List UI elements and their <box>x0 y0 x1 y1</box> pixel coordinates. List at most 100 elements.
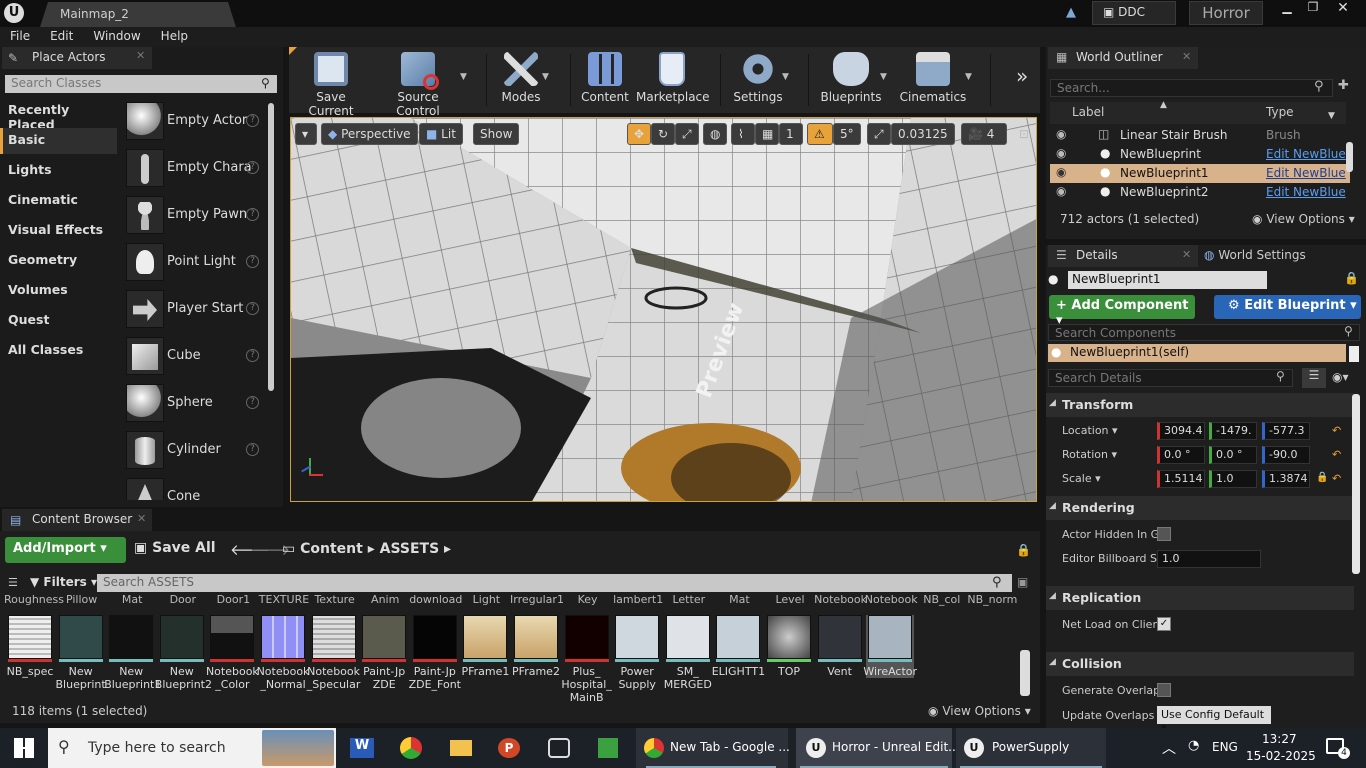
taskbar-app-powersupply[interactable]: U PowerSupply <box>956 728 1106 768</box>
update-overlaps-select[interactable]: Use Config Default ▾ <box>1157 706 1271 734</box>
column-label[interactable]: Label <box>1072 105 1104 119</box>
scrollbar[interactable] <box>1346 142 1353 172</box>
search-components-input[interactable]: Search Components <box>1048 324 1360 341</box>
sources-toggle-icon[interactable]: ☰ <box>8 576 18 589</box>
learn-icon[interactable]: ▲ <box>1066 5 1082 20</box>
world-icon[interactable]: ◍ <box>703 123 727 145</box>
help-icon[interactable]: ? <box>246 208 259 221</box>
menu-help[interactable]: Help <box>151 27 198 43</box>
actor-empty-character[interactable]: Empty Chara? <box>122 147 267 191</box>
asset-tile[interactable]: Paint-Jp ZDE_Font <box>409 615 461 691</box>
expand-toolbar-icon[interactable]: » <box>1016 64 1028 88</box>
asset-tile[interactable]: SM_ MERGED <box>664 615 712 691</box>
menu-edit[interactable]: Edit <box>40 27 83 43</box>
reset-icon[interactable]: ↶ <box>1332 424 1341 437</box>
category-volumes[interactable]: Volumes <box>0 278 117 304</box>
scrollbar[interactable] <box>268 103 274 391</box>
outliner-row[interactable]: ◉ ● NewBlueprint2 Edit NewBlue <box>1050 183 1350 202</box>
filters-button[interactable]: ▼ Filters ▾ <box>30 575 97 589</box>
actor-empty-pawn[interactable]: Empty Pawn? <box>122 194 267 238</box>
rotation-snap-icon[interactable]: ⚠ <box>807 123 833 145</box>
actor-player-start[interactable]: Player Start? <box>122 288 267 332</box>
billboard-field[interactable]: 1.0 <box>1157 550 1261 568</box>
category-basic[interactable]: Basic <box>0 128 117 154</box>
asset-tile[interactable]: Notebook _Specular <box>307 615 360 691</box>
location-x-field[interactable]: 3094.4 <box>1157 422 1205 440</box>
save-search-icon[interactable]: ▣ <box>1017 575 1028 589</box>
actor-cube[interactable]: Cube? <box>122 335 267 379</box>
close-tab-icon[interactable]: ✕ <box>1182 248 1191 261</box>
collapse-icon[interactable]: ◢ <box>1049 501 1056 511</box>
visibility-options-icon[interactable]: ◉▾ <box>1332 370 1349 384</box>
chevron-down-icon[interactable]: ▼ <box>542 72 549 82</box>
clock-date[interactable]: 15-02-2025 <box>1246 749 1316 763</box>
outliner-row[interactable]: ◉ ◫ Linear Stair Brush Brush <box>1050 126 1350 145</box>
tab-world-settings[interactable]: ◍ World Settings <box>1204 248 1306 262</box>
eye-icon[interactable]: ◉ <box>1056 127 1066 141</box>
maximize-icon[interactable]: ❐ <box>1300 0 1326 16</box>
lock-icon[interactable]: 🔒 <box>1344 271 1359 285</box>
category-cinematic[interactable]: Cinematic <box>0 188 117 214</box>
help-icon[interactable]: ? <box>246 255 259 268</box>
surface-snap-icon[interactable]: ⌇ <box>731 123 755 145</box>
marketplace-button[interactable]: Marketplace <box>636 50 710 110</box>
add-actor-icon[interactable]: ✚ <box>1338 78 1349 93</box>
outliner-view-options[interactable]: ◉ View Options ▾ <box>1252 212 1355 226</box>
rotation-x-field[interactable]: 0.0 ° <box>1157 446 1205 464</box>
minimize-icon[interactable]: ▁ <box>1274 0 1300 16</box>
category-all-classes[interactable]: All Classes <box>0 338 117 364</box>
chevron-down-icon[interactable]: ▼ <box>460 72 467 82</box>
collapse-icon[interactable]: ◢ <box>1049 657 1056 667</box>
asset-tile[interactable]: WireActor <box>863 615 917 678</box>
chevron-down-icon[interactable]: ▼ <box>965 72 972 82</box>
outliner-row[interactable]: ◉ ● NewBlueprint Edit NewBlue <box>1050 145 1350 164</box>
actor-empty-actor[interactable]: Empty Actor? <box>122 100 267 144</box>
category-lights[interactable]: Lights <box>0 158 117 184</box>
outliner-row-selected[interactable]: ◉ ● NewBlueprint1 Edit NewBlue <box>1050 164 1350 183</box>
actor-cone[interactable]: Cone <box>122 476 267 500</box>
asset-tile[interactable]: PFrame1 <box>461 615 509 678</box>
word-icon[interactable]: W <box>350 738 374 758</box>
wifi-icon[interactable]: ◔ <box>1188 738 1199 753</box>
edit-blueprint-button[interactable]: ⚙ Edit Blueprint ▾ <box>1214 295 1361 319</box>
search-classes-input[interactable]: Search Classes <box>5 75 277 93</box>
collapse-icon[interactable]: ◢ <box>1049 591 1056 601</box>
add-import-button[interactable]: Add/Import ▾ <box>5 537 126 563</box>
eye-icon[interactable]: ◉ <box>1056 184 1066 198</box>
modes-button[interactable]: Modes <box>496 50 546 110</box>
asset-tile[interactable]: Plus_ Hospital_ MainB <box>561 615 612 704</box>
chevron-up-icon[interactable]: ︿ <box>1162 738 1176 758</box>
cinematics-button[interactable]: Cinematics <box>898 50 968 110</box>
component-self-row[interactable]: NewBlueprint1(self) <box>1048 344 1346 362</box>
category-geometry[interactable]: Geometry <box>0 248 117 274</box>
asset-tile[interactable]: ELIGHTT1 <box>712 615 765 678</box>
scale-z-field[interactable]: 1.3874 <box>1262 470 1310 488</box>
lock-icon[interactable]: 🔒 <box>1016 543 1031 557</box>
powerpoint-icon[interactable]: P <box>498 738 520 758</box>
actor-point-light[interactable]: Point Light? <box>122 241 267 285</box>
help-icon[interactable]: ? <box>246 396 259 409</box>
edit-blueprint-link[interactable]: Edit NewBlue <box>1266 185 1346 199</box>
scale-dropdown[interactable]: Scale ▾ <box>1062 472 1101 485</box>
show-button[interactable]: Show <box>473 123 520 145</box>
help-icon[interactable]: ? <box>246 302 259 315</box>
close-tab-icon[interactable]: ✕ <box>137 512 146 525</box>
asset-tile[interactable]: New Blueprint1 <box>104 615 161 691</box>
location-y-field[interactable]: -1479. <box>1209 422 1257 440</box>
chevron-down-icon[interactable]: ▼ <box>782 72 789 82</box>
collapse-icon[interactable]: ◢ <box>1049 398 1056 408</box>
tab-place-actors[interactable]: Place Actors <box>2 47 152 69</box>
net-load-checkbox[interactable]: ✓ <box>1157 617 1171 631</box>
level-viewport[interactable]: Preview ▾ ◆ Perspective ■ Lit Show ✥ ↻ ⤢… <box>290 117 1037 502</box>
ddc-button[interactable]: ▣ DDC <box>1092 1 1176 25</box>
breadcrumb-content[interactable]: Content <box>300 541 363 557</box>
asset-tile[interactable]: New Blueprint2 <box>155 615 212 691</box>
close-icon[interactable]: ✕ <box>1330 0 1356 16</box>
category-quest[interactable]: Quest <box>0 308 117 334</box>
close-tab-icon[interactable]: ✕ <box>1182 50 1191 63</box>
search-details-input[interactable]: Search Details <box>1048 369 1293 387</box>
eye-icon[interactable]: ◉ <box>1056 146 1066 160</box>
asset-tile[interactable]: Notebook _Color <box>206 615 259 691</box>
tab-world-outliner[interactable]: World Outliner <box>1048 47 1198 69</box>
help-icon[interactable]: ? <box>246 161 259 174</box>
